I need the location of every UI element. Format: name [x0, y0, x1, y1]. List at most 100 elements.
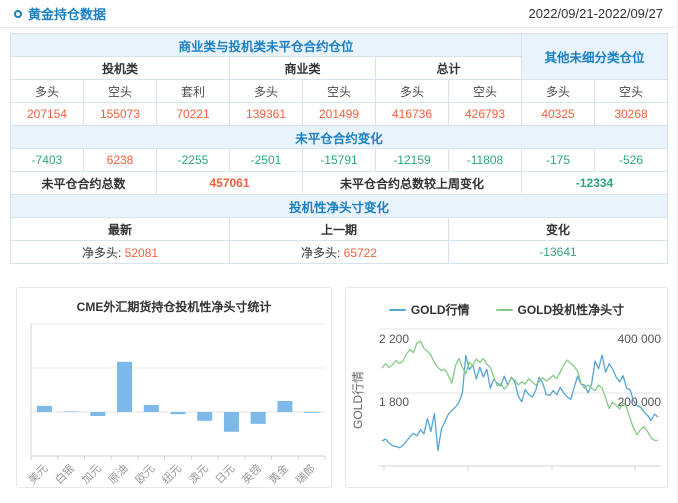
net-prev-value: 65722 — [343, 245, 378, 260]
bar-白银[interactable] — [63, 411, 79, 412]
col-header: 多头 — [229, 79, 303, 103]
oi-change-cell: 6238 — [83, 148, 157, 172]
x-axis-label: 美元 — [26, 462, 51, 487]
oi-change-cell: -526 — [594, 148, 668, 172]
x-axis-label: 加元 — [79, 462, 104, 487]
table-row: 最新 上一期 变化 — [10, 217, 668, 241]
bar-纽元[interactable] — [170, 412, 186, 415]
bar-加元[interactable] — [90, 412, 106, 416]
col-header: 套利 — [156, 79, 230, 103]
chart-legend: GOLD行情 GOLD投机性净头寸 — [346, 301, 667, 318]
cme-net-position-bar-chart[interactable]: 美元 白银 加元 原油 欧元 纽元 澳元 日元 英镑 黄金 瑞郎 — [17, 288, 331, 487]
x-axis-label: 黄金 — [266, 461, 291, 486]
section-title-net-position: 投机性净头寸变化 — [10, 194, 668, 218]
table-row: 净多头: 52081 净多头: 65722 -13641 — [10, 240, 668, 264]
oi-change-cell: -175 — [521, 148, 595, 172]
panel-header: 黄金持仓数据 2022/09/21-2022/09/27 — [0, 0, 677, 28]
oi-value-cell: 207154 — [10, 102, 84, 126]
oi-value-cell: 70221 — [156, 102, 230, 126]
col-header: 空头 — [83, 79, 157, 103]
x-axis-label: 澳元 — [186, 462, 211, 487]
line-chart-panel[interactable]: 2 200 1 800 400 000 200 000 GOLD行情 GOLD行… — [345, 287, 668, 488]
x-axis-label: 英镑 — [239, 461, 264, 486]
section-title-other: 其他未细分类仓位 — [521, 33, 668, 80]
total-oi-value: 457061 — [156, 171, 303, 195]
net-prev-cell: 净多头: 65722 — [229, 240, 449, 264]
x-axis-label: 欧元 — [133, 462, 158, 487]
bar-chart-title: CME外汇期货持仓投机性净头寸统计 — [76, 300, 272, 314]
net-latest-label: 净多头: — [81, 245, 122, 260]
page-title: 黄金持仓数据 — [28, 7, 107, 22]
line-series-gold-net-position — [381, 340, 658, 442]
section-title-commercial-spec: 商业类与投机类未平仓合约仓位 — [10, 33, 522, 57]
group-header-speculative: 投机类 — [10, 56, 230, 80]
oi-value-cell: 30268 — [594, 102, 668, 126]
y-left-tick-low: 1 800 — [379, 395, 409, 409]
table-row: 207154 155073 70221 139361 201499 416736… — [10, 102, 668, 126]
oi-value-cell: 201499 — [302, 102, 376, 126]
col-header: 多头 — [375, 79, 449, 103]
table-row: 投机性净头寸变化 — [10, 194, 668, 218]
col-header: 空头 — [302, 79, 376, 103]
table-row: 未平仓合约总数 457061 未平仓合约总数较上周变化 -12334 — [10, 171, 668, 195]
bar-日元[interactable] — [223, 412, 239, 432]
y-axis-title: GOLD行情 — [351, 371, 365, 429]
total-oi-change-label: 未平仓合约总数较上周变化 — [302, 171, 522, 195]
bar-美元[interactable] — [36, 405, 52, 412]
bar-chart-panel[interactable]: 美元 白银 加元 原油 欧元 纽元 澳元 日元 英镑 黄金 瑞郎 CME外汇期货持仓投机性净头寸统计 — [16, 287, 332, 488]
net-prev-label: 净多头: — [300, 245, 341, 260]
net-latest-value: 52081 — [124, 245, 159, 260]
date-range: 2022/09/21-2022/09/27 — [528, 6, 663, 21]
legend-label: GOLD投机性净头寸 — [517, 303, 625, 317]
table-row: 多头 空头 套利 多头 空头 多头 空头 多头 空头 — [10, 79, 668, 103]
total-oi-change-value: -12334 — [521, 171, 668, 195]
oi-value-cell: 40325 — [521, 102, 595, 126]
bar-瑞郎[interactable] — [304, 412, 320, 413]
col-header: 空头 — [594, 79, 668, 103]
line-series-gold-price — [381, 354, 659, 452]
x-axis-label: 瑞郎 — [292, 461, 317, 486]
y-right-tick-high: 400 000 — [618, 332, 662, 346]
col-header: 多头 — [10, 79, 84, 103]
oi-change-cell: -2255 — [156, 148, 230, 172]
bar-澳元[interactable] — [197, 412, 213, 421]
bar-欧元[interactable] — [143, 404, 159, 412]
charts-row: 美元 白银 加元 原油 欧元 纽元 澳元 日元 英镑 黄金 瑞郎 CME外汇期货持仓投机性净头寸统计… — [16, 287, 677, 488]
bar-黄金[interactable] — [277, 401, 293, 412]
net-header-change: 变化 — [448, 217, 668, 241]
net-latest-cell: 净多头: 52081 — [10, 240, 230, 264]
group-header-total: 总计 — [375, 56, 522, 80]
legend-item-gold-price[interactable]: GOLD行情 — [388, 301, 470, 318]
group-header-commercial: 商业类 — [229, 56, 376, 80]
oi-change-cell: -2501 — [229, 148, 303, 172]
x-axis-label: 白银 — [52, 461, 77, 486]
x-axis-label: 原油 — [105, 461, 130, 486]
section-title-oi-change: 未平仓合约变化 — [10, 125, 668, 149]
legend-item-gold-net-position[interactable]: GOLD投机性净头寸 — [495, 301, 625, 318]
blue-line-marker-icon — [388, 308, 406, 311]
oi-value-cell: 426793 — [448, 102, 522, 126]
table-row: -7403 6238 -2255 -2501 -15791 -12159 -11… — [10, 148, 668, 172]
bar-英镑[interactable] — [250, 412, 266, 424]
oi-value-cell: 139361 — [229, 102, 303, 126]
table-row: 商业类与投机类未平仓合约仓位 其他未细分类仓位 — [10, 33, 668, 80]
net-header-latest: 最新 — [10, 217, 230, 241]
col-header: 空头 — [448, 79, 522, 103]
oi-change-cell: -12159 — [375, 148, 449, 172]
table-row: 未平仓合约变化 — [10, 125, 668, 149]
y-left-tick-high: 2 200 — [379, 332, 409, 346]
circle-bullet-icon — [14, 9, 22, 18]
positions-table: 商业类与投机类未平仓合约仓位 其他未细分类仓位 投机类 商业类 总计 多头 空头… — [10, 33, 668, 264]
oi-value-cell: 155073 — [83, 102, 157, 126]
legend-label: GOLD行情 — [410, 303, 470, 317]
x-axis-label: 纽元 — [159, 461, 184, 486]
oi-change-cell: -15791 — [302, 148, 376, 172]
bar-原油[interactable] — [117, 361, 133, 412]
x-axis-label: 日元 — [214, 463, 238, 487]
total-oi-label: 未平仓合约总数 — [10, 171, 157, 195]
oi-change-cell: -7403 — [10, 148, 84, 172]
gold-positions-panel: 黄金持仓数据 2022/09/21-2022/09/27 商业类与投机类未平仓合… — [0, 0, 678, 503]
net-header-previous: 上一期 — [229, 217, 449, 241]
col-header: 多头 — [521, 79, 595, 103]
green-line-marker-icon — [495, 308, 513, 311]
